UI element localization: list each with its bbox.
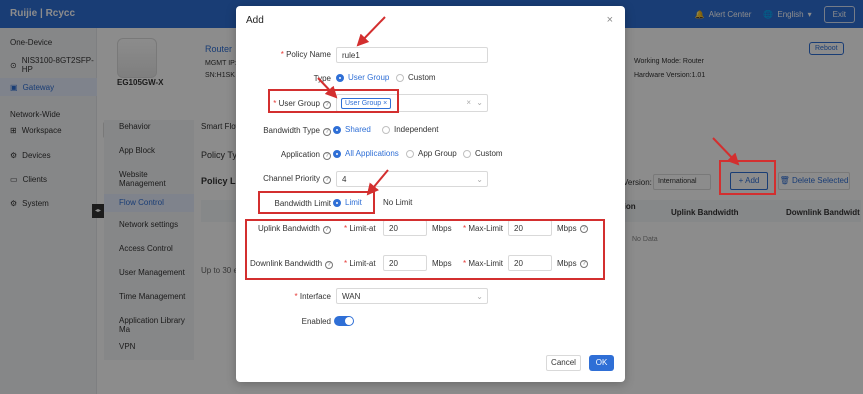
app-custom-radio[interactable]: Custom bbox=[463, 149, 503, 158]
enabled-toggle[interactable] bbox=[334, 316, 354, 326]
application-label: Application? bbox=[281, 150, 331, 160]
chevron-down-icon: ⌄ bbox=[476, 98, 483, 107]
annotation-box-add-button bbox=[719, 160, 776, 195]
dialog-title: Add bbox=[246, 15, 264, 26]
interface-value: WAN bbox=[342, 292, 361, 301]
chevron-down-icon: ⌄ bbox=[476, 292, 483, 301]
bandwidth-shared-radio[interactable]: Shared bbox=[333, 125, 371, 134]
annotation-box-bandwidth-limit bbox=[258, 191, 375, 214]
interface-label: * Interface bbox=[294, 292, 331, 301]
app-all-radio[interactable]: All Applications bbox=[333, 149, 399, 158]
type-custom-radio[interactable]: Custom bbox=[396, 73, 436, 82]
close-icon[interactable]: × bbox=[607, 14, 613, 26]
policy-name-label: * Policy Name bbox=[280, 50, 331, 59]
enabled-label: Enabled bbox=[301, 317, 331, 326]
channel-priority-select[interactable]: 4 ⌄ bbox=[336, 171, 488, 187]
bandwidth-independent-radio[interactable]: Independent bbox=[382, 125, 439, 134]
interface-select[interactable]: WAN ⌄ bbox=[336, 288, 488, 304]
channel-priority-label: Channel Priority? bbox=[263, 174, 331, 184]
priority-value: 4 bbox=[342, 175, 347, 184]
bandwidth-type-label: Bandwidth Type? bbox=[263, 126, 331, 136]
policy-name-input[interactable]: rule1 bbox=[336, 47, 488, 63]
no-limit-radio[interactable]: No Limit bbox=[383, 198, 412, 207]
app-group-radio[interactable]: App Group bbox=[406, 149, 457, 158]
type-user-group-radio[interactable]: User Group bbox=[336, 73, 389, 82]
annotation-box-bandwidth-values bbox=[245, 219, 605, 280]
type-label: Type bbox=[313, 74, 331, 83]
clear-icon[interactable]: × bbox=[466, 98, 471, 107]
cancel-button[interactable]: Cancel bbox=[546, 355, 581, 371]
annotation-box-user-group bbox=[268, 89, 399, 113]
chevron-down-icon: ⌄ bbox=[476, 175, 483, 184]
ok-button[interactable]: OK bbox=[589, 355, 614, 371]
